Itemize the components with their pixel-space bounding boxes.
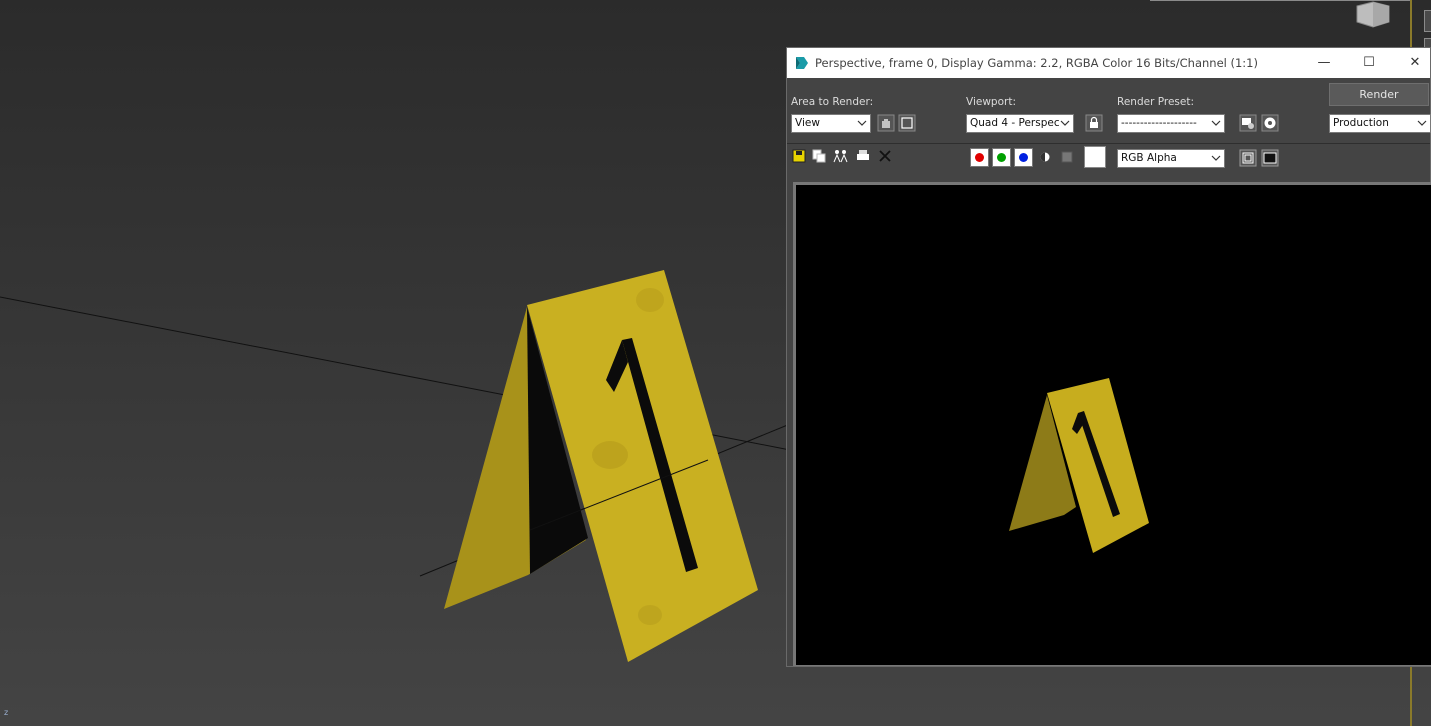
save-image-icon[interactable]: [791, 148, 807, 164]
window-title: Perspective, frame 0, Display Gamma: 2.2…: [815, 56, 1258, 70]
production-dropdown[interactable]: Production: [1329, 114, 1431, 133]
chevron-down-icon: [1417, 120, 1427, 126]
marker-texture-spot: [636, 288, 664, 312]
render-button[interactable]: Render: [1329, 83, 1429, 106]
toggle-ui-overlay-icon[interactable]: [1239, 149, 1257, 167]
monochrome-icon[interactable]: [1061, 151, 1073, 163]
render-preset-label: Render Preset:: [1117, 96, 1194, 108]
axis-tripod-label: z: [4, 708, 9, 717]
area-to-render-value: View: [795, 117, 820, 129]
marker-texture-spot: [638, 605, 662, 625]
render-preset-dropdown[interactable]: --------------------: [1117, 114, 1225, 133]
minimize-button[interactable]: —: [1302, 48, 1346, 78]
render-frame-area: [793, 182, 1431, 666]
environment-icon[interactable]: [1261, 114, 1279, 132]
toggle-ui-icon[interactable]: [1261, 149, 1279, 167]
color-swatch[interactable]: [1084, 146, 1106, 168]
area-to-render-dropdown[interactable]: View: [791, 114, 871, 133]
viewport-top-border: [1150, 0, 1410, 1]
red-channel-icon: [975, 153, 984, 162]
auto-region-icon[interactable]: [898, 114, 916, 132]
clone-frame-icon[interactable]: [833, 148, 849, 164]
blue-channel-icon: [1019, 153, 1028, 162]
chevron-down-icon: [1211, 155, 1221, 161]
channel-display-dropdown[interactable]: RGB Alpha: [1117, 149, 1225, 168]
green-channel-toggle[interactable]: [992, 148, 1011, 167]
title-bar[interactable]: Perspective, frame 0, Display Gamma: 2.2…: [787, 48, 1430, 78]
viewcube-icon[interactable]: [1355, 0, 1393, 28]
render-setup-icon[interactable]: [1239, 114, 1257, 132]
edit-region-icon[interactable]: [877, 114, 895, 132]
axis-line-z: [707, 433, 791, 451]
axis-line-x: [0, 296, 506, 396]
rendered-marker: [1009, 378, 1149, 553]
red-channel-toggle[interactable]: [970, 148, 989, 167]
evidence-marker[interactable]: [444, 270, 758, 662]
area-to-render-label: Area to Render:: [791, 96, 874, 108]
side-panel-button[interactable]: [1424, 10, 1431, 32]
alpha-channel-icon[interactable]: [1038, 150, 1052, 164]
viewport-label: Viewport:: [966, 96, 1016, 108]
print-image-icon[interactable]: [855, 148, 871, 164]
3dsmax-logo-icon: [796, 57, 808, 69]
chevron-down-icon: [1060, 120, 1070, 126]
toolbar-separator: [787, 143, 1430, 144]
viewport-value: Quad 4 - Perspec: [970, 117, 1060, 129]
rendered-image[interactable]: [796, 185, 1431, 665]
lock-icon[interactable]: [1085, 114, 1103, 132]
viewport-dropdown[interactable]: Quad 4 - Perspec: [966, 114, 1074, 133]
production-value: Production: [1333, 117, 1389, 129]
clear-icon[interactable]: [877, 148, 893, 164]
blue-channel-toggle[interactable]: [1014, 148, 1033, 167]
chevron-down-icon: [1211, 120, 1221, 126]
rendered-frame-window[interactable]: Perspective, frame 0, Display Gamma: 2.2…: [786, 47, 1431, 667]
copy-image-icon[interactable]: [811, 148, 827, 164]
chevron-down-icon: [857, 120, 867, 126]
3d-viewport[interactable]: z Perspective, frame 0, Display Gamma: 2…: [0, 0, 1431, 726]
green-channel-icon: [997, 153, 1006, 162]
render-preset-value: --------------------: [1121, 117, 1197, 129]
maximize-button[interactable]: ☐: [1347, 48, 1391, 78]
marker-texture-spot: [592, 441, 628, 469]
channel-display-value: RGB Alpha: [1121, 152, 1177, 164]
close-button[interactable]: ✕: [1393, 48, 1431, 78]
